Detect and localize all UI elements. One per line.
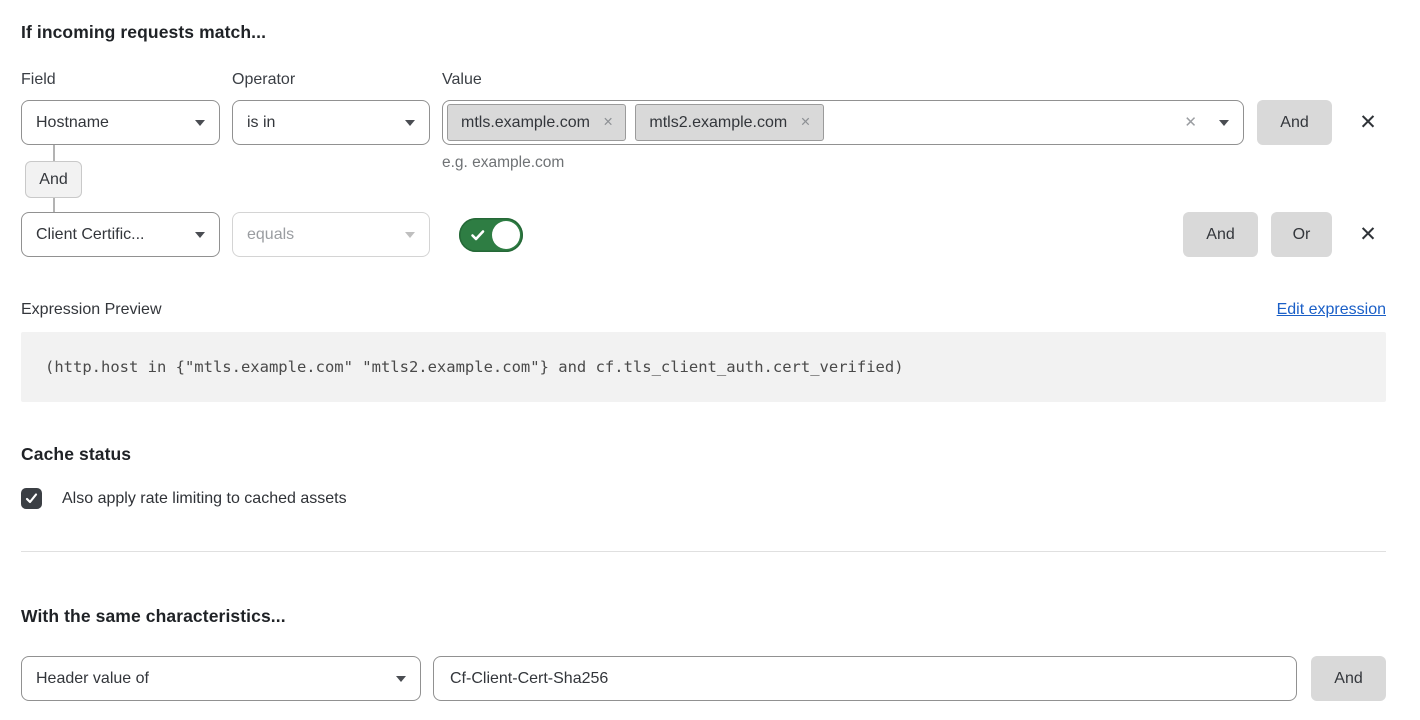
chevron-down-icon xyxy=(405,120,415,126)
operator-select-1[interactable]: is in xyxy=(232,100,430,145)
cache-checkbox-label: Also apply rate limiting to cached asset… xyxy=(62,490,347,508)
chevron-down-icon xyxy=(195,232,205,238)
match-section-title: If incoming requests match... xyxy=(21,22,1386,43)
connector-and-button[interactable]: And xyxy=(25,161,82,198)
remove-tag-icon[interactable]: ✕ xyxy=(603,116,613,129)
characteristics-row: Header value of And xyxy=(21,656,1386,701)
remove-tag-icon[interactable]: ✕ xyxy=(800,116,810,129)
condition-row-1: Hostname is in mtls.example.com ✕ mtls2.… xyxy=(21,100,1386,172)
value-column: mtls.example.com ✕ mtls2.example.com ✕ ✕… xyxy=(442,100,1244,172)
expression-code-block: (http.host in {"mtls.example.com" "mtls2… xyxy=(21,332,1386,402)
field-select-1-value: Hostname xyxy=(36,114,109,132)
characteristics-title: With the same characteristics... xyxy=(21,606,1386,627)
operator-select-2: equals xyxy=(232,212,430,257)
header-name-input[interactable] xyxy=(433,656,1297,701)
cached-assets-checkbox[interactable] xyxy=(21,488,42,509)
delete-condition-icon[interactable]: ✕ xyxy=(1350,100,1386,145)
delete-condition-icon[interactable]: ✕ xyxy=(1350,212,1386,257)
characteristic-select-value: Header value of xyxy=(36,670,149,688)
add-and-condition-button-2[interactable]: And xyxy=(1183,212,1258,257)
expression-preview-label: Expression Preview xyxy=(21,301,162,319)
field-select-1[interactable]: Hostname xyxy=(21,100,220,145)
chevron-down-icon xyxy=(396,676,406,682)
multiselect-icons: ✕ xyxy=(1184,115,1229,130)
cache-checkbox-row[interactable]: Also apply rate limiting to cached asset… xyxy=(21,488,1386,509)
operator-label: Operator xyxy=(232,71,430,89)
condition-labels-row: Field Operator Value xyxy=(21,71,1386,89)
add-and-condition-button[interactable]: And xyxy=(1257,100,1332,145)
rule-builder-page: If incoming requests match... Field Oper… xyxy=(0,0,1420,720)
value-tag: mtls.example.com ✕ xyxy=(447,104,626,141)
check-icon xyxy=(470,227,486,243)
operator-select-2-value: equals xyxy=(247,226,294,244)
clear-values-icon[interactable]: ✕ xyxy=(1184,115,1197,130)
value-helper-text: e.g. example.com xyxy=(442,154,1244,172)
value-tag-label: mtls2.example.com xyxy=(649,114,787,132)
add-characteristic-button[interactable]: And xyxy=(1311,656,1386,701)
chevron-down-icon xyxy=(405,232,415,238)
condition-connector: And xyxy=(25,161,82,198)
section-divider xyxy=(21,551,1386,552)
field-select-2[interactable]: Client Certific... xyxy=(21,212,220,257)
cert-verified-toggle[interactable] xyxy=(459,218,523,252)
value-label: Value xyxy=(442,71,1386,89)
chevron-down-icon xyxy=(195,120,205,126)
expression-preview-header: Expression Preview Edit expression xyxy=(21,301,1386,319)
condition-row-2: Client Certific... equals And Or ✕ xyxy=(21,212,1386,257)
field-label: Field xyxy=(21,71,220,89)
chevron-down-icon[interactable] xyxy=(1219,120,1229,126)
characteristic-select[interactable]: Header value of xyxy=(21,656,421,701)
value-tag: mtls2.example.com ✕ xyxy=(635,104,823,141)
value-multiselect[interactable]: mtls.example.com ✕ mtls2.example.com ✕ ✕ xyxy=(442,100,1244,145)
cache-status-title: Cache status xyxy=(21,444,1386,465)
add-or-condition-button[interactable]: Or xyxy=(1271,212,1332,257)
toggle-knob xyxy=(492,221,520,249)
operator-select-1-value: is in xyxy=(247,114,275,132)
check-icon xyxy=(25,492,38,505)
edit-expression-link[interactable]: Edit expression xyxy=(1277,301,1386,319)
value-tag-label: mtls.example.com xyxy=(461,114,590,132)
field-select-2-value: Client Certific... xyxy=(36,226,144,244)
